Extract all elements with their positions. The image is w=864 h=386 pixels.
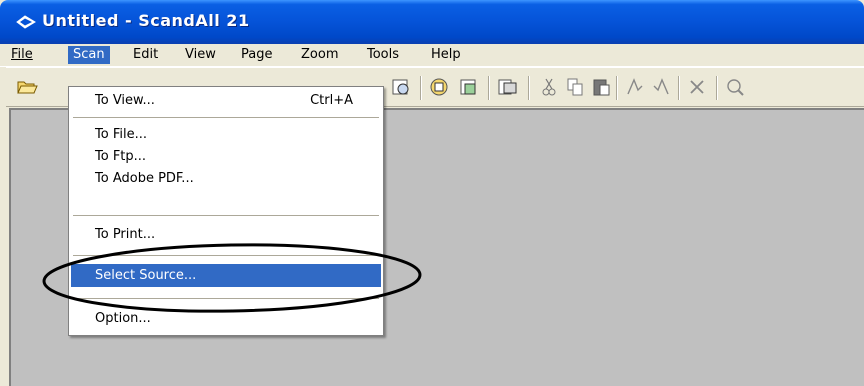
menu-zoom[interactable]: Zoom [296,46,343,64]
shortcut-label: Ctrl+A [310,93,353,108]
menu-item-to-adobe-pdf[interactable]: To Adobe PDF... [71,167,381,190]
menu-view[interactable]: View [180,46,221,64]
toolbar-separator [678,76,679,100]
scan-to-view-icon[interactable] [390,76,412,98]
scan-to-file-icon[interactable] [428,76,450,98]
menu-separator [73,117,379,118]
menu-item-to-file[interactable]: To File... [71,123,381,146]
copy-icon[interactable] [564,76,586,98]
open-folder-icon[interactable] [16,76,38,98]
menu-item-to-print[interactable]: To Print... [71,223,381,246]
menu-item-to-ftp[interactable]: To Ftp... [71,145,381,168]
menu-item-select-source[interactable]: Select Source... [71,264,381,287]
app-window: Untitled - ScandAll 21 File Scan Edit Vi… [0,0,864,386]
scan-to-pdf-icon[interactable] [496,76,518,98]
rotate-right-icon[interactable] [650,76,672,98]
toolbar-separator [488,76,489,100]
menu-tools[interactable]: Tools [362,46,404,64]
menu-separator [73,298,379,299]
title-bar[interactable]: Untitled - ScandAll 21 [0,0,864,44]
menu-page[interactable]: Page [236,46,277,64]
menu-scan[interactable]: Scan [68,46,110,64]
menu-item-to-view[interactable]: To View... Ctrl+A [71,89,381,112]
menu-separator [73,215,379,216]
window-title: Untitled - ScandAll 21 [42,11,250,30]
toolbar-separator [528,76,529,100]
delete-icon[interactable] [686,76,708,98]
menu-item-option[interactable]: Option... [71,307,381,330]
rotate-left-icon[interactable] [624,76,646,98]
menu-file[interactable]: File [6,46,38,64]
cut-icon[interactable] [538,76,560,98]
zoom-icon[interactable] [724,76,746,98]
scanner-app-icon [16,15,36,29]
scan-to-ftp-icon[interactable] [458,76,480,98]
menu-edit[interactable]: Edit [128,46,163,64]
toolbar-separator [616,76,617,100]
toolbar-separator [420,76,421,100]
menu-bar: File Scan Edit View Page Zoom Tools Help [0,44,864,67]
toolbar-separator [716,76,717,100]
scan-menu-dropdown: To View... Ctrl+A To File... To Ftp... T… [68,86,384,336]
paste-icon[interactable] [590,76,612,98]
menu-separator [73,255,379,256]
menu-help[interactable]: Help [426,46,466,64]
